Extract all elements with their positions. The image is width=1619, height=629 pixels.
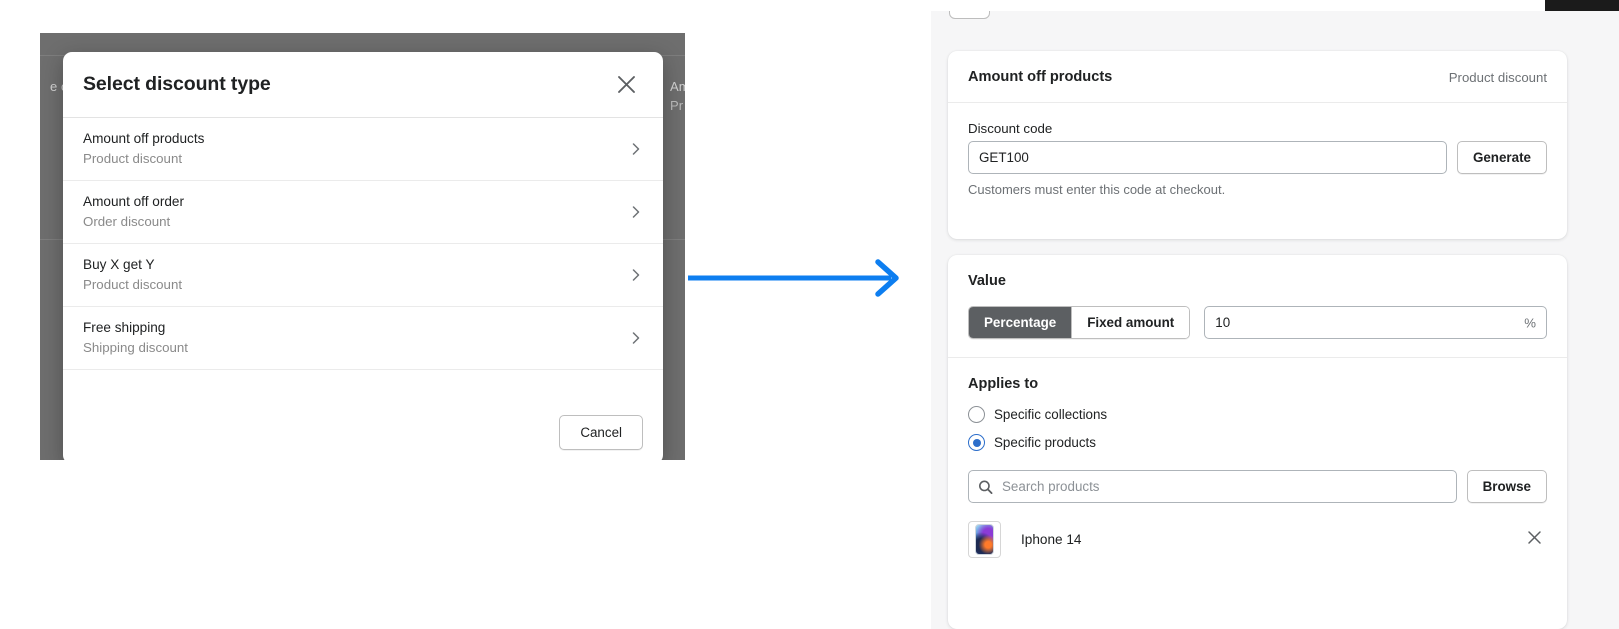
phone-image xyxy=(975,524,994,555)
discount-code-card-body: Discount code Generate Customers must en… xyxy=(948,103,1567,213)
background-right-title: Am xyxy=(670,79,685,94)
value-card: Value Percentage Fixed amount % Applies … xyxy=(948,255,1567,629)
iphone-14-thumbnail xyxy=(968,521,1001,558)
screenshot-root: e of Am Pr Select discount type xyxy=(0,0,1619,629)
chevron-right-icon xyxy=(629,142,643,156)
remove-product-button[interactable] xyxy=(1521,527,1547,553)
value-section: Value Percentage Fixed amount % xyxy=(948,255,1567,357)
discount-option-free-shipping[interactable]: Free shipping Shipping discount xyxy=(63,307,663,370)
modal-header: Select discount type xyxy=(63,52,663,118)
discount-type-label: Product discount xyxy=(1449,70,1547,85)
value-section-title: Value xyxy=(968,273,1547,289)
browse-button[interactable]: Browse xyxy=(1467,470,1547,503)
option-subtitle: Shipping discount xyxy=(83,339,629,357)
flow-arrow-right xyxy=(686,252,908,307)
radio-specific-products[interactable]: Specific products xyxy=(968,434,1547,451)
applies-to-title: Applies to xyxy=(968,376,1547,392)
product-search-row: Browse xyxy=(968,470,1547,503)
segment-percentage[interactable]: Percentage xyxy=(969,307,1071,338)
value-type-segmented-control: Percentage Fixed amount xyxy=(968,306,1190,339)
applies-to-section: Applies to Specific collections Specific… xyxy=(948,358,1567,574)
right-screenshot-discount-form: Amount off products Product discount Dis… xyxy=(931,11,1619,629)
modal-title: Select discount type xyxy=(83,73,271,96)
select-discount-type-modal: Select discount type Amount off products… xyxy=(63,52,663,460)
product-search-input[interactable] xyxy=(968,470,1457,503)
value-amount-input[interactable] xyxy=(1204,306,1547,339)
value-input-row: Percentage Fixed amount % xyxy=(968,306,1547,339)
discount-type-options: Amount off products Product discount Amo… xyxy=(63,118,663,401)
generate-button[interactable]: Generate xyxy=(1457,141,1547,174)
partial-button-above-card[interactable] xyxy=(949,11,990,19)
radio-icon-unselected xyxy=(968,406,985,423)
option-subtitle: Order discount xyxy=(83,213,629,231)
radio-specific-collections[interactable]: Specific collections xyxy=(968,406,1547,423)
option-texts: Amount off order Order discount xyxy=(83,193,629,231)
option-texts: Free shipping Shipping discount xyxy=(83,319,629,357)
discount-code-card: Amount off products Product discount Dis… xyxy=(948,51,1567,239)
option-title: Amount off order xyxy=(83,193,629,211)
selected-product-row: Iphone 14 xyxy=(968,521,1547,558)
value-amount-field: % xyxy=(1204,306,1547,339)
chevron-right-icon xyxy=(629,205,643,219)
background-right-subtitle: Pr xyxy=(670,98,683,113)
discount-option-buy-x-get-y[interactable]: Buy X get Y Product discount xyxy=(63,244,663,307)
discount-code-input[interactable] xyxy=(968,141,1447,174)
modal-close-button[interactable] xyxy=(609,68,643,102)
modal-footer: Cancel xyxy=(63,401,663,460)
option-texts: Buy X get Y Product discount xyxy=(83,256,629,294)
discount-code-label: Discount code xyxy=(968,121,1547,136)
option-title: Amount off products xyxy=(83,130,629,148)
option-title: Free shipping xyxy=(83,319,629,337)
radio-icon-selected xyxy=(968,434,985,451)
product-name: Iphone 14 xyxy=(1021,532,1501,547)
discount-code-field-row: Generate xyxy=(968,141,1547,174)
close-icon xyxy=(1527,530,1542,550)
option-title: Buy X get Y xyxy=(83,256,629,274)
radio-label: Specific products xyxy=(994,435,1096,450)
chevron-right-icon xyxy=(629,331,643,345)
discount-code-card-header: Amount off products Product discount xyxy=(948,51,1567,103)
option-subtitle: Product discount xyxy=(83,276,629,294)
left-screenshot-modal-view: e of Am Pr Select discount type xyxy=(40,33,685,460)
top-black-strip xyxy=(1545,0,1619,11)
discount-option-amount-off-order[interactable]: Amount off order Order discount xyxy=(63,181,663,244)
radio-label: Specific collections xyxy=(994,407,1107,422)
chevron-right-icon xyxy=(629,268,643,282)
segment-fixed-amount[interactable]: Fixed amount xyxy=(1071,307,1189,338)
card-title: Amount off products xyxy=(968,69,1112,85)
option-subtitle: Product discount xyxy=(83,150,629,168)
search-icon xyxy=(978,479,993,494)
discount-option-amount-off-products[interactable]: Amount off products Product discount xyxy=(63,118,663,181)
product-search-box xyxy=(968,470,1457,503)
discount-code-help-text: Customers must enter this code at checko… xyxy=(968,182,1547,197)
option-texts: Amount off products Product discount xyxy=(83,130,629,168)
cancel-button[interactable]: Cancel xyxy=(559,415,643,450)
close-icon xyxy=(616,74,637,95)
